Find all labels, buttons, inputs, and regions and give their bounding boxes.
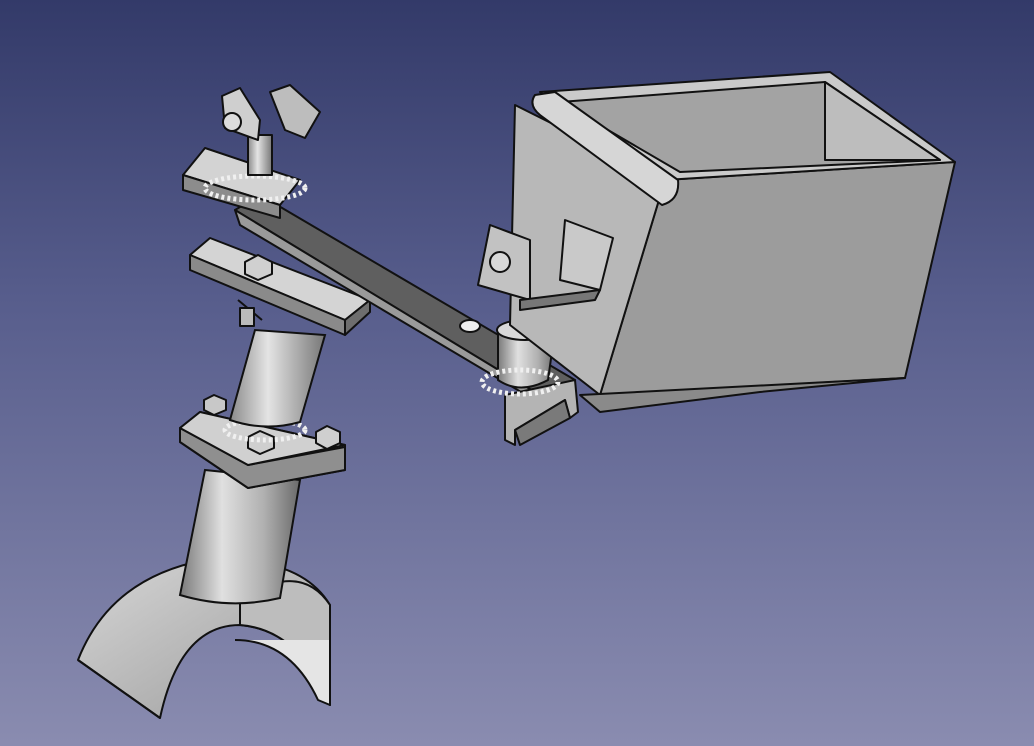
3d-viewport[interactable] [0, 0, 1034, 746]
clamp-bolt [244, 254, 273, 281]
cad-model[interactable] [0, 0, 1034, 746]
top-bracket-plate[interactable] [182, 147, 308, 219]
flange-bolt [203, 394, 227, 416]
bolt-shank [239, 307, 255, 327]
vertical-post-upper[interactable] [228, 328, 327, 428]
flange-bolt [315, 425, 341, 450]
vertical-post-lower[interactable] [178, 468, 302, 605]
flange-bolt [247, 430, 275, 455]
